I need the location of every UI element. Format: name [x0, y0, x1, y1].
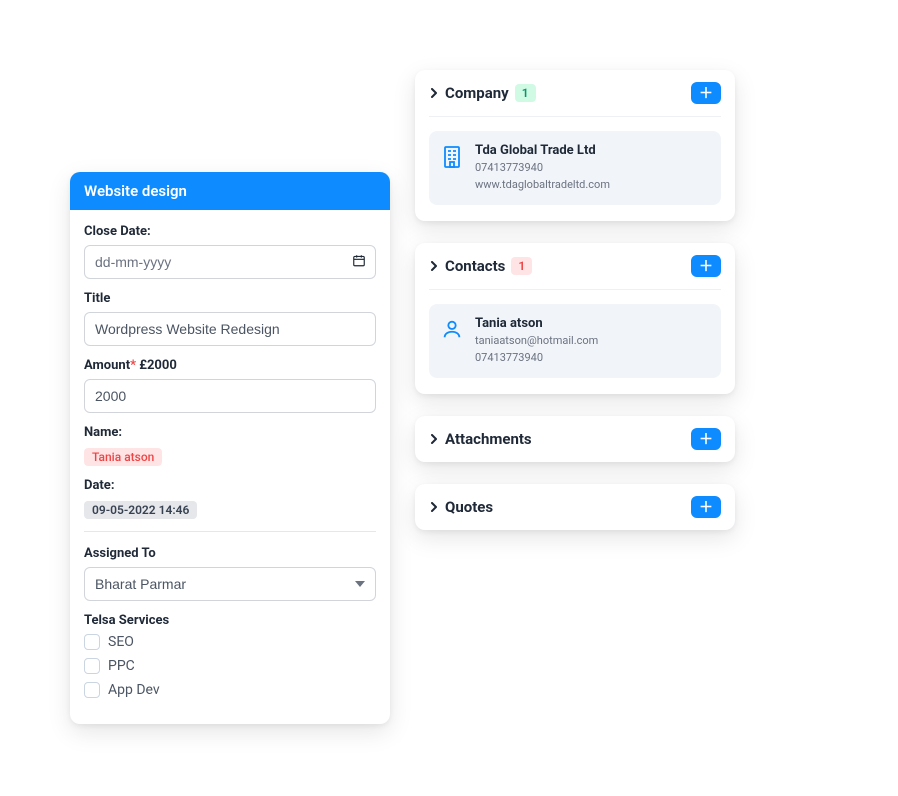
service-row-seo: SEO: [84, 634, 376, 650]
building-icon: [441, 143, 463, 169]
chevron-right-icon: [429, 88, 439, 98]
close-date-label: Close Date:: [84, 224, 376, 239]
company-count-badge: 1: [515, 84, 536, 102]
plus-icon: ＋: [699, 259, 713, 273]
company-phone: 07413773940: [475, 160, 610, 177]
service-row-appdev: App Dev: [84, 682, 376, 698]
attachments-header[interactable]: Attachments ＋: [415, 416, 735, 462]
chevron-right-icon: [429, 434, 439, 444]
attachments-card: Attachments ＋: [415, 416, 735, 462]
quotes-card: Quotes ＋: [415, 484, 735, 530]
assigned-to-group: Assigned To Bharat Parmar: [84, 546, 376, 601]
contact-item[interactable]: Tania atson taniaatson@hotmail.com 07413…: [429, 304, 721, 378]
quotes-title: Quotes: [445, 498, 493, 516]
title-input[interactable]: [84, 312, 376, 346]
card-title: Website design: [70, 172, 390, 210]
date-label: Date:: [84, 478, 376, 493]
service-label-ppc: PPC: [108, 658, 135, 674]
service-checkbox-appdev[interactable]: [84, 682, 100, 698]
website-design-card: Website design Close Date: Title Amount*: [70, 172, 390, 724]
contacts-count-badge: 1: [511, 257, 532, 275]
close-date-input[interactable]: [84, 245, 376, 279]
divider: [429, 116, 721, 117]
close-date-group: Close Date:: [84, 224, 376, 279]
company-item[interactable]: Tda Global Trade Ltd 07413773940 www.tda…: [429, 131, 721, 205]
service-row-ppc: PPC: [84, 658, 376, 674]
company-website: www.tdaglobaltradeltd.com: [475, 177, 610, 194]
person-icon: [441, 316, 463, 340]
plus-icon: ＋: [699, 432, 713, 446]
company-card: Company 1 ＋ Tda Global Trade Ltd 0741377…: [415, 70, 735, 221]
amount-group: Amount* £2000: [84, 358, 376, 413]
amount-label: Amount* £2000: [84, 358, 376, 373]
contacts-title: Contacts: [445, 257, 505, 275]
service-label-appdev: App Dev: [108, 682, 160, 698]
name-label: Name:: [84, 425, 376, 440]
attachments-title: Attachments: [445, 430, 532, 448]
plus-icon: ＋: [699, 86, 713, 100]
contacts-header[interactable]: Contacts 1 ＋: [415, 243, 735, 289]
assigned-to-label: Assigned To: [84, 546, 376, 561]
quotes-header[interactable]: Quotes ＋: [415, 484, 735, 530]
add-company-button[interactable]: ＋: [691, 82, 721, 104]
date-tag: 09-05-2022 14:46: [84, 501, 197, 519]
company-name: Tda Global Trade Ltd: [475, 143, 610, 158]
date-group: Date: 09-05-2022 14:46: [84, 478, 376, 519]
divider: [429, 289, 721, 290]
amount-input[interactable]: [84, 379, 376, 413]
contact-phone: 07413773940: [475, 350, 598, 367]
company-header[interactable]: Company 1 ＋: [415, 70, 735, 116]
contact-name: Tania atson: [475, 316, 598, 331]
service-checkbox-seo[interactable]: [84, 634, 100, 650]
add-quote-button[interactable]: ＋: [691, 496, 721, 518]
services-group: Telsa Services SEO PPC App Dev: [84, 613, 376, 698]
contact-email: taniaatson@hotmail.com: [475, 333, 598, 350]
add-attachment-button[interactable]: ＋: [691, 428, 721, 450]
company-title: Company: [445, 84, 509, 102]
divider: [84, 531, 376, 532]
chevron-right-icon: [429, 502, 439, 512]
contacts-card: Contacts 1 ＋ Tania atson taniaatson@hotm…: [415, 243, 735, 394]
chevron-right-icon: [429, 261, 439, 271]
service-checkbox-ppc[interactable]: [84, 658, 100, 674]
title-group: Title: [84, 291, 376, 346]
name-tag[interactable]: Tania atson: [84, 448, 162, 466]
title-label: Title: [84, 291, 376, 306]
plus-icon: ＋: [699, 500, 713, 514]
name-group: Name: Tania atson: [84, 425, 376, 466]
services-label: Telsa Services: [84, 613, 376, 628]
add-contact-button[interactable]: ＋: [691, 255, 721, 277]
assigned-to-select[interactable]: Bharat Parmar: [84, 567, 376, 601]
service-label-seo: SEO: [108, 634, 134, 650]
